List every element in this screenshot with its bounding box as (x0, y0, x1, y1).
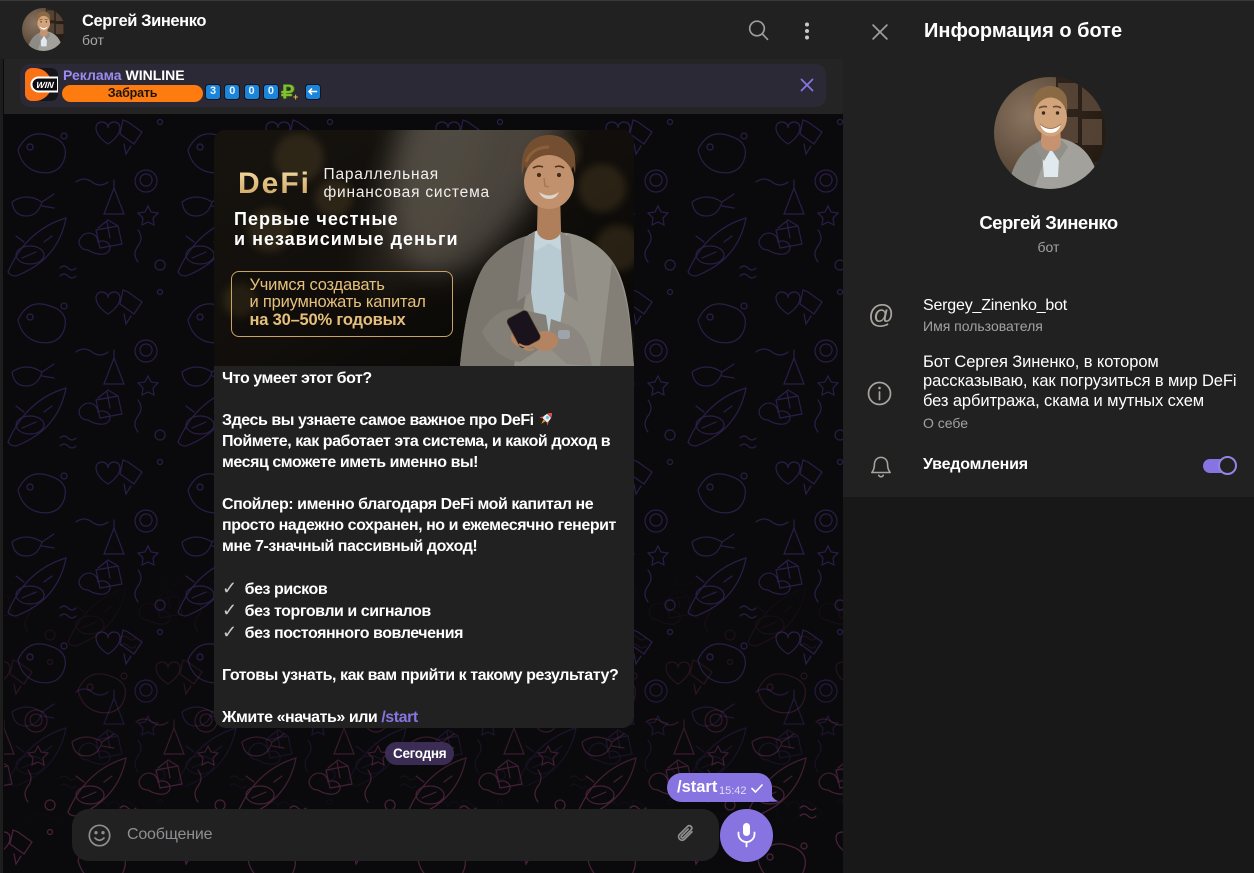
svg-text:WIN: WIN (36, 80, 55, 90)
